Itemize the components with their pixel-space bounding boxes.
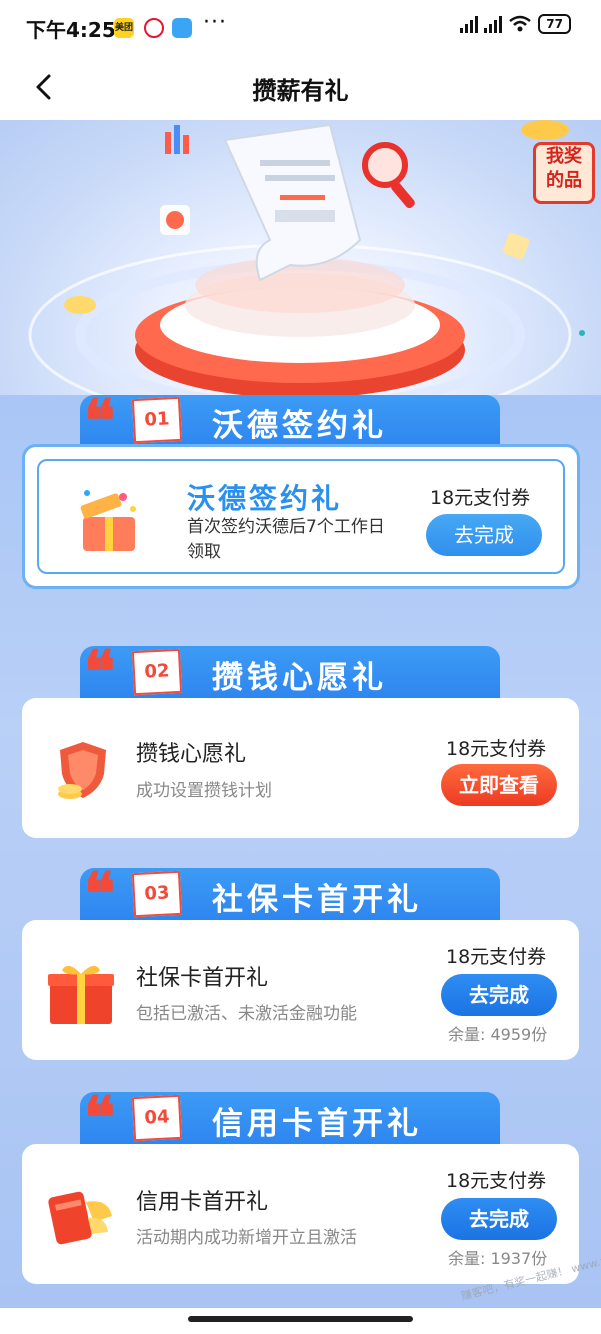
- my-prizes-button[interactable]: 我奖 的品: [533, 142, 595, 204]
- hero-banner: 我奖 的品: [0, 120, 601, 395]
- card-description: 活动期内成功新增开立且激活: [136, 1228, 357, 1248]
- credit-card-icon: [48, 1191, 112, 1245]
- quote-mark-icon: ❝: [84, 1084, 116, 1152]
- remaining-quantity: 余量: 4959份: [448, 1025, 548, 1044]
- reward-card-savings: 攒钱心愿礼 成功设置攒钱计划 18元支付券 立即查看: [22, 698, 579, 838]
- status-indicators: 77: [460, 14, 571, 34]
- reward-amount: 18元支付券: [446, 946, 547, 968]
- signal-icon: [460, 15, 479, 33]
- battery-icon: 77: [538, 14, 571, 34]
- navigation-bar: 攒薪有礼: [0, 58, 601, 120]
- card-title: 沃德签约礼: [187, 482, 343, 515]
- status-bar: 下午4:25 美团 ··· 77: [0, 0, 601, 58]
- reward-card-credit-card: 信用卡首开礼 活动期内成功新增开立且激活 18元支付券 去完成 余量: 1937…: [22, 1144, 579, 1284]
- section-number-badge: 04: [131, 1094, 183, 1142]
- section-title: 信用卡首开礼: [212, 1106, 422, 1142]
- reward-amount: 18元支付券: [430, 487, 531, 509]
- red-gift-box-icon: [48, 965, 114, 1024]
- remaining-quantity: 余量: 1937份: [448, 1249, 548, 1268]
- card-description: 成功设置攒钱计划: [136, 781, 272, 801]
- my-prizes-label-line2: 的品: [546, 170, 582, 191]
- quote-mark-icon: ❝: [84, 638, 116, 706]
- card-description: 首次签约沃德后7个工作日领取: [187, 517, 385, 562]
- page-title: 攒薪有礼: [252, 77, 349, 105]
- complete-button[interactable]: 去完成: [426, 514, 542, 556]
- section-title: 社保卡首开礼: [212, 882, 422, 918]
- card-title: 攒钱心愿礼: [136, 742, 247, 767]
- card-title: 信用卡首开礼: [136, 1190, 269, 1215]
- reward-card-wode: 沃德签约礼 首次签约沃德后7个工作日领取 18元支付券 去完成: [22, 444, 580, 589]
- home-indicator[interactable]: [188, 1316, 413, 1322]
- wifi-icon: [509, 15, 532, 32]
- quote-mark-icon: ❝: [84, 860, 116, 928]
- section-number-badge: 03: [131, 870, 183, 918]
- hero-illustration: [28, 120, 585, 395]
- section-title: 攒钱心愿礼: [212, 660, 387, 696]
- app-notification-icon: [172, 18, 192, 38]
- section-title: 沃德签约礼: [212, 408, 387, 444]
- weibo-app-icon: [144, 18, 164, 38]
- status-time: 下午4:25: [26, 18, 116, 42]
- shield-coin-icon: [58, 742, 106, 799]
- more-notifications-icon: ···: [203, 10, 227, 35]
- complete-button[interactable]: 去完成: [441, 974, 557, 1016]
- signal-icon: [484, 15, 503, 33]
- reward-amount: 18元支付券: [446, 738, 547, 760]
- my-prizes-label-line1: 我奖: [546, 146, 582, 167]
- reward-amount: 18元支付券: [446, 1170, 547, 1192]
- complete-button[interactable]: 去完成: [441, 1198, 557, 1240]
- card-title: 社保卡首开礼: [136, 966, 269, 991]
- reward-card-social-security: 社保卡首开礼 包括已激活、未激活金融功能 18元支付券 去完成 余量: 4959…: [22, 920, 579, 1060]
- section-number-badge: 01: [131, 396, 183, 444]
- quote-mark-icon: ❝: [84, 387, 116, 455]
- card-description: 包括已激活、未激活金融功能: [136, 1004, 357, 1024]
- gift-box-open-icon: [80, 490, 136, 551]
- meituan-app-icon: 美团: [114, 18, 134, 38]
- section-number-badge: 02: [131, 648, 183, 696]
- view-now-button[interactable]: 立即查看: [441, 764, 557, 806]
